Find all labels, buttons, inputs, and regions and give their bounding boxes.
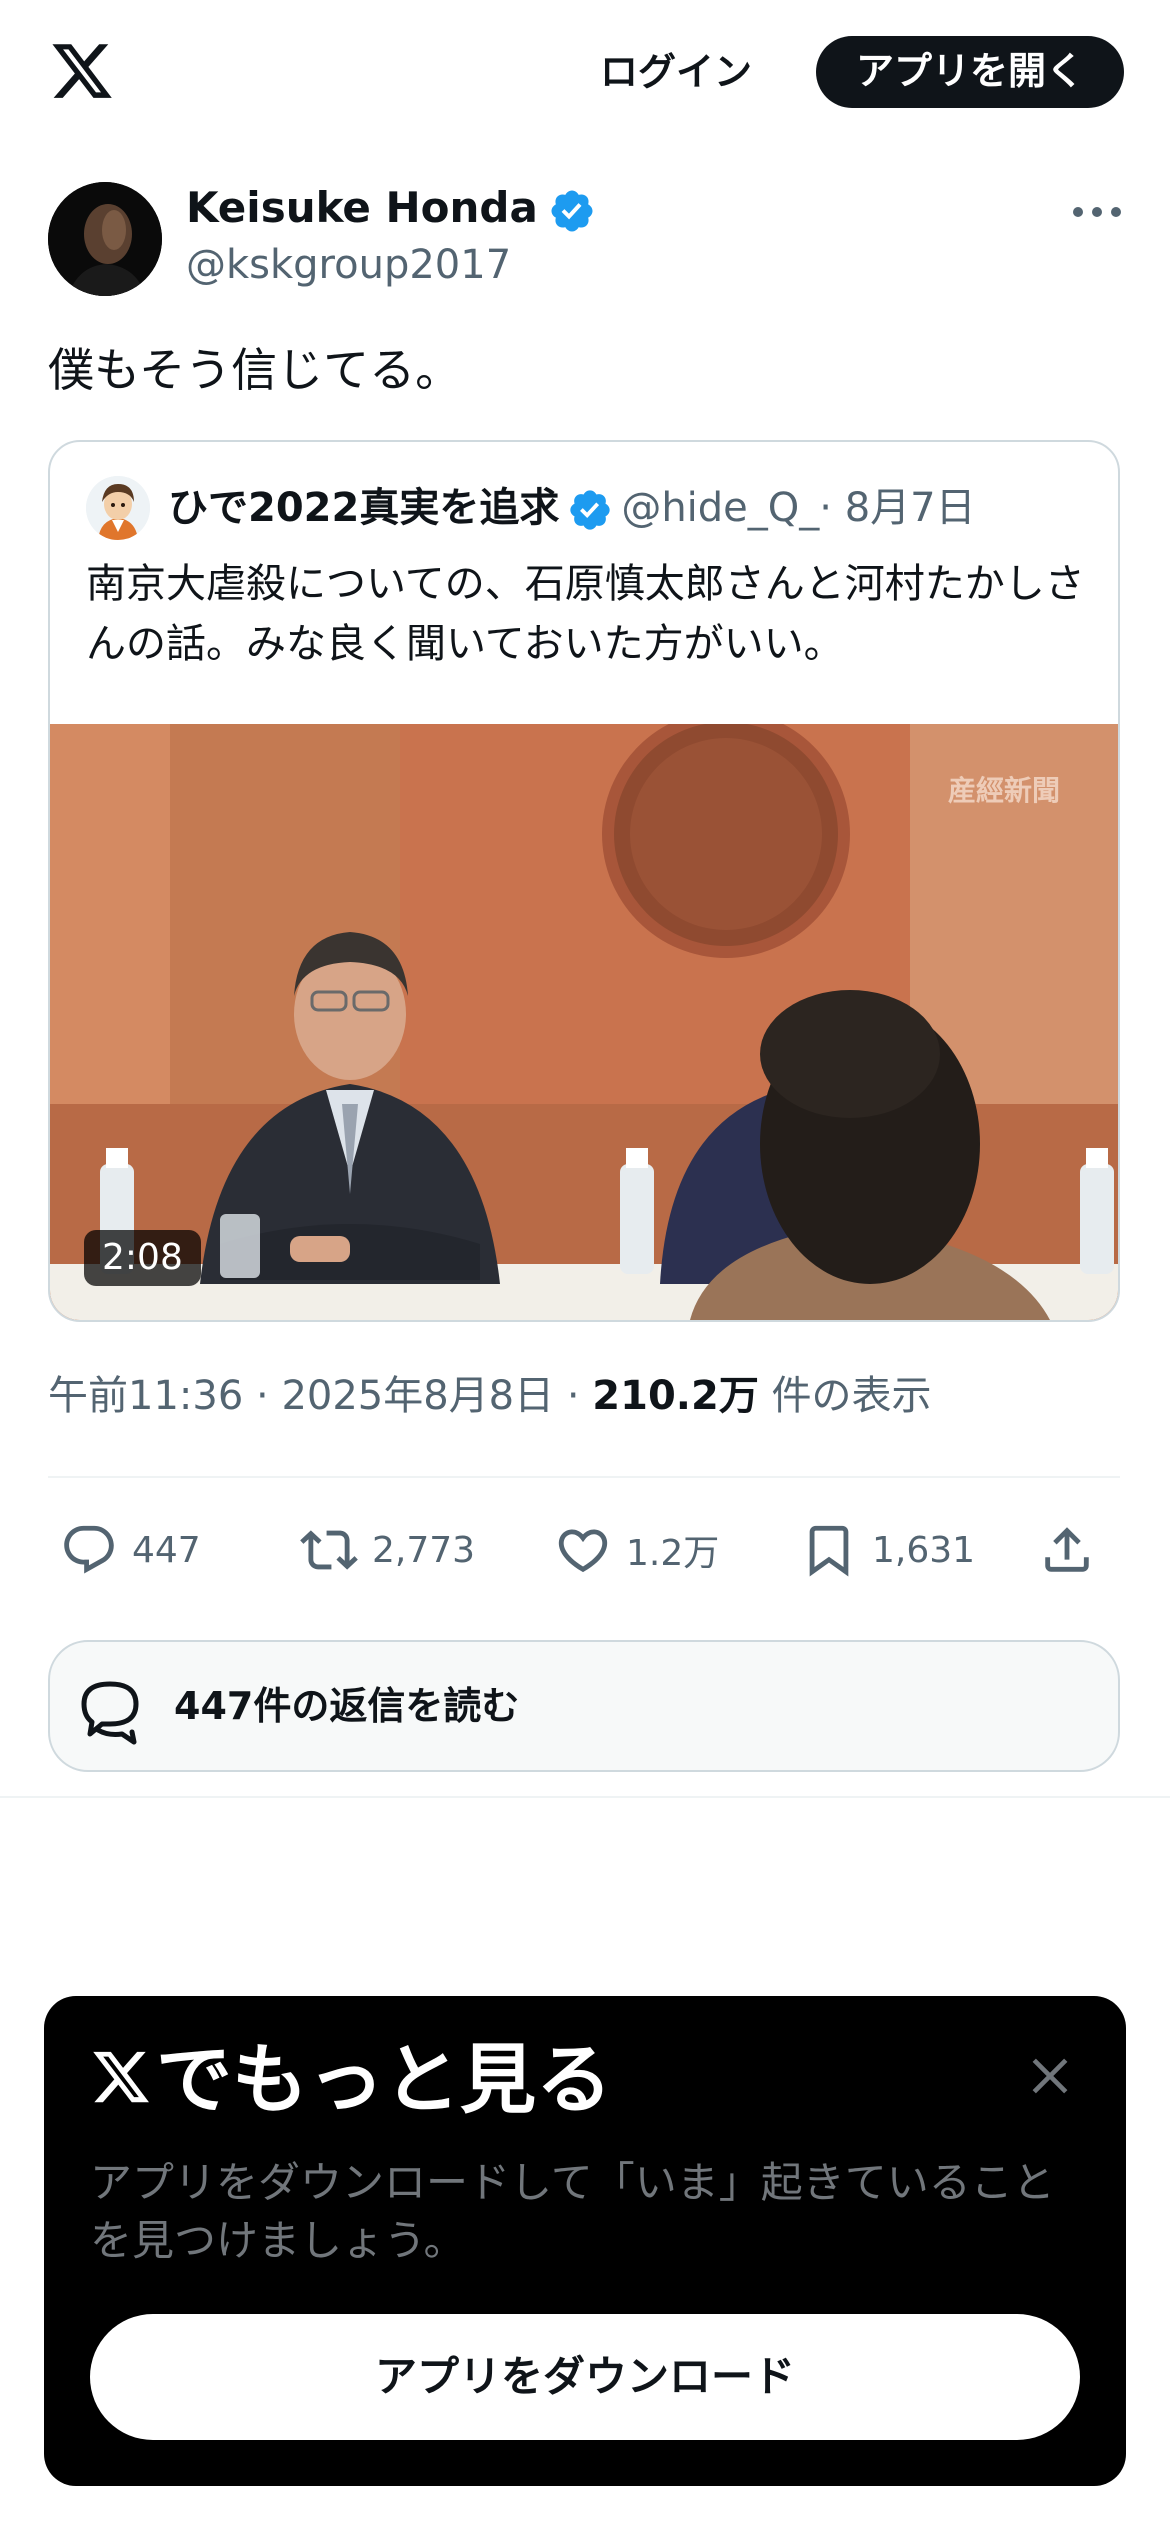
repost-icon (300, 1530, 358, 1570)
like-count: 1.2万 (626, 1533, 720, 1574)
quoted-handle[interactable]: @hide_Q_ (621, 485, 819, 531)
promo-body: アプリをダウンロードして「いま」起きていることを見つけましょう。 (90, 2158, 1055, 2265)
views-label: 件の表示 (771, 1373, 932, 1419)
video-duration: 2:08 (84, 1230, 201, 1286)
share-icon (1045, 1527, 1089, 1572)
reply-icon (64, 1525, 114, 1574)
video-watermark: 産經新聞 (948, 774, 1060, 807)
open-app-button[interactable]: アプリを開く (816, 36, 1124, 108)
top-bar: ログイン アプリを開く (0, 0, 1170, 150)
divider (48, 1476, 1120, 1478)
quoted-date[interactable]: · 8月7日 (819, 485, 975, 531)
views-count: 210.2万 (592, 1373, 759, 1419)
author-name-text[interactable]: Keisuke Honda (186, 183, 538, 232)
x-logo-icon[interactable] (48, 38, 116, 104)
x-logo-icon (93, 2051, 149, 2103)
bookmark-icon (809, 1525, 849, 1577)
author-avatar[interactable] (48, 182, 162, 296)
action-bar: 447 2,773 1.2万 1,631 (48, 1510, 1120, 1590)
quoted-author-avatar[interactable] (86, 476, 150, 540)
quoted-header: ひで2022真実を追求 @hide_Q_· 8月7日 (168, 476, 976, 540)
login-link[interactable]: ログイン (600, 44, 752, 100)
verified-badge-icon (551, 190, 593, 231)
share-button[interactable] (1038, 1510, 1096, 1590)
bookmark-button[interactable]: 1,631 (800, 1510, 975, 1590)
meta-separator: · (256, 1373, 269, 1419)
like-button[interactable]: 1.2万 (554, 1510, 719, 1590)
heart-icon (558, 1529, 608, 1573)
post-time[interactable]: 午前11:36 (48, 1373, 243, 1419)
replies-bubble-icon (81, 1681, 139, 1745)
reply-count: 447 (132, 1529, 201, 1571)
quoted-post[interactable]: ひで2022真実を追求 @hide_Q_· 8月7日 南京大虐殺についての、石原… (48, 440, 1120, 1322)
section-divider (0, 1796, 1170, 1798)
post-meta: 午前11:36 · 2025年8月8日 · 210.2万 件の表示 (48, 1366, 932, 1426)
promo-title: でもっと見る (156, 2035, 612, 2124)
post-date[interactable]: 2025年8月8日 (281, 1373, 554, 1419)
post-text: 僕もそう信じてる。 (48, 343, 462, 397)
reply-button[interactable]: 447 (60, 1510, 201, 1590)
video-thumbnail[interactable]: 産經新聞 2:08 (50, 724, 1118, 1320)
author-handle[interactable]: @kskgroup2017 (186, 240, 511, 290)
app-promo-sheet: でもっと見る アプリをダウンロードして「いま」起きていることを見つけましょう。 … (44, 1996, 1126, 2486)
more-options-icon[interactable] (1070, 200, 1124, 224)
quoted-verified-badge-icon (570, 490, 610, 530)
quoted-text: 南京大虐殺についての、石原慎太郎さんと河村たかしさんの話。みな良く聞いておいた方… (86, 561, 1085, 667)
bookmark-count: 1,631 (872, 1529, 976, 1571)
close-icon[interactable] (1022, 2048, 1078, 2104)
quoted-display-name[interactable]: ひで2022真実を追求 (168, 485, 559, 531)
read-replies-label: 447件の返信を読む (174, 1684, 520, 1728)
repost-count: 2,773 (372, 1529, 476, 1571)
author-display-name[interactable]: Keisuke Honda (186, 182, 596, 235)
repost-button[interactable]: 2,773 (300, 1510, 475, 1590)
meta-separator: · (566, 1373, 580, 1419)
read-replies-button[interactable]: 447件の返信を読む (48, 1640, 1120, 1772)
download-app-button[interactable]: アプリをダウンロード (90, 2314, 1080, 2440)
